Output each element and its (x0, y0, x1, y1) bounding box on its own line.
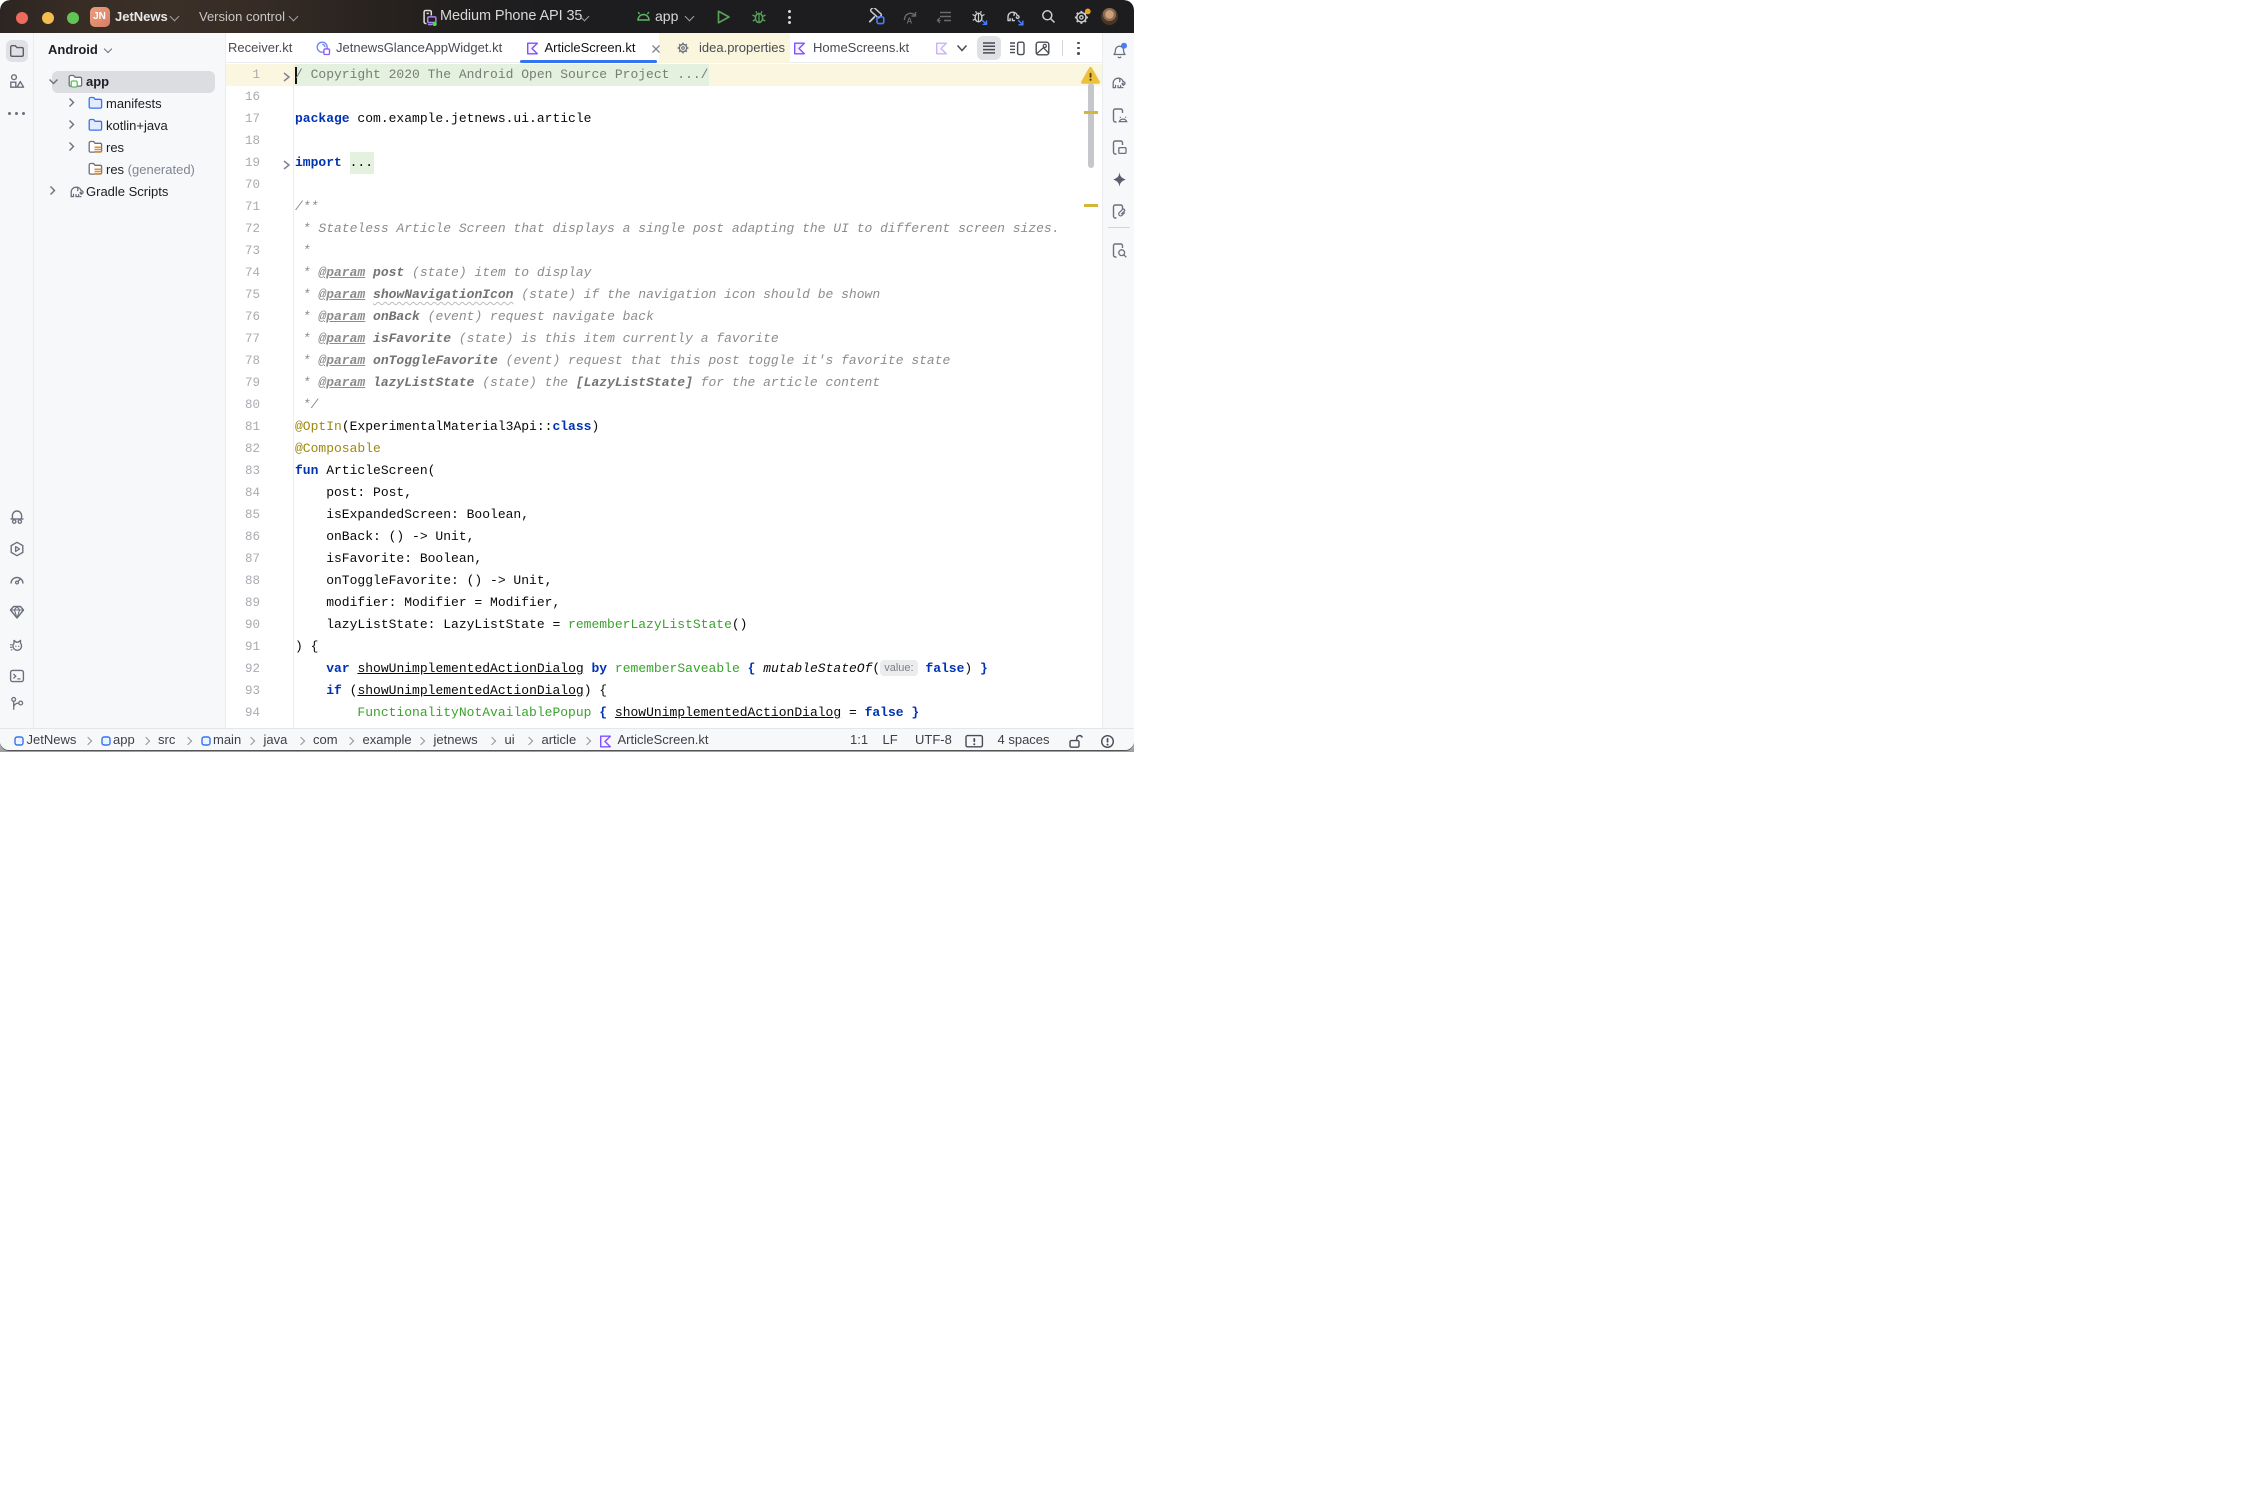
svg-text:A: A (907, 17, 913, 26)
